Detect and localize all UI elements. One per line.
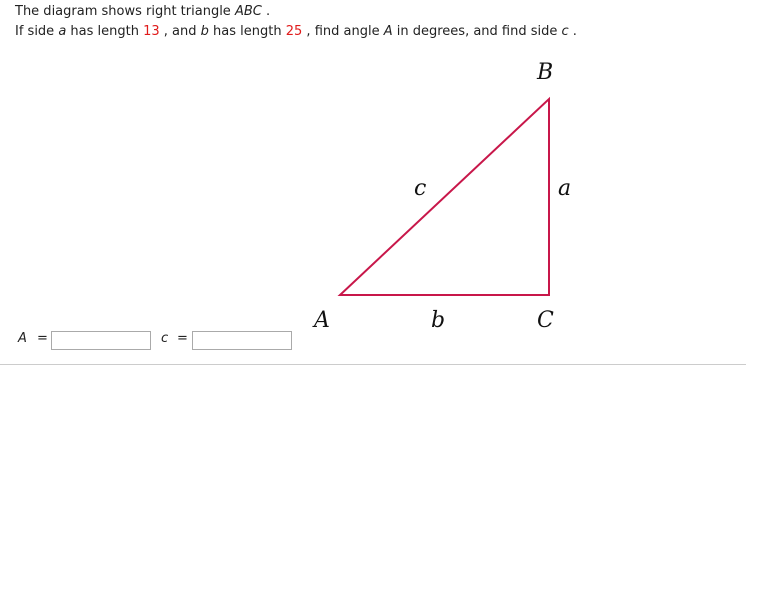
side-label-a: a — [558, 176, 571, 201]
side-label-b: b — [431, 308, 445, 333]
angle-a-label: A — [18, 331, 27, 346]
vertex-label-c: C — [537, 308, 554, 333]
side-c-label: c — [161, 331, 169, 346]
triangle-diagram: B A C c a b — [312, 60, 571, 333]
vertex-label-a: A — [312, 308, 330, 333]
triangle-abc — [337, 96, 550, 296]
vertex-label-b: B — [536, 60, 553, 85]
side-label-c: c — [414, 176, 426, 201]
side-c-input[interactable] — [192, 331, 292, 350]
equals-sign: = — [37, 331, 48, 346]
divider — [0, 364, 746, 365]
equals-sign: = — [177, 331, 188, 346]
angle-a-input[interactable] — [51, 331, 151, 350]
